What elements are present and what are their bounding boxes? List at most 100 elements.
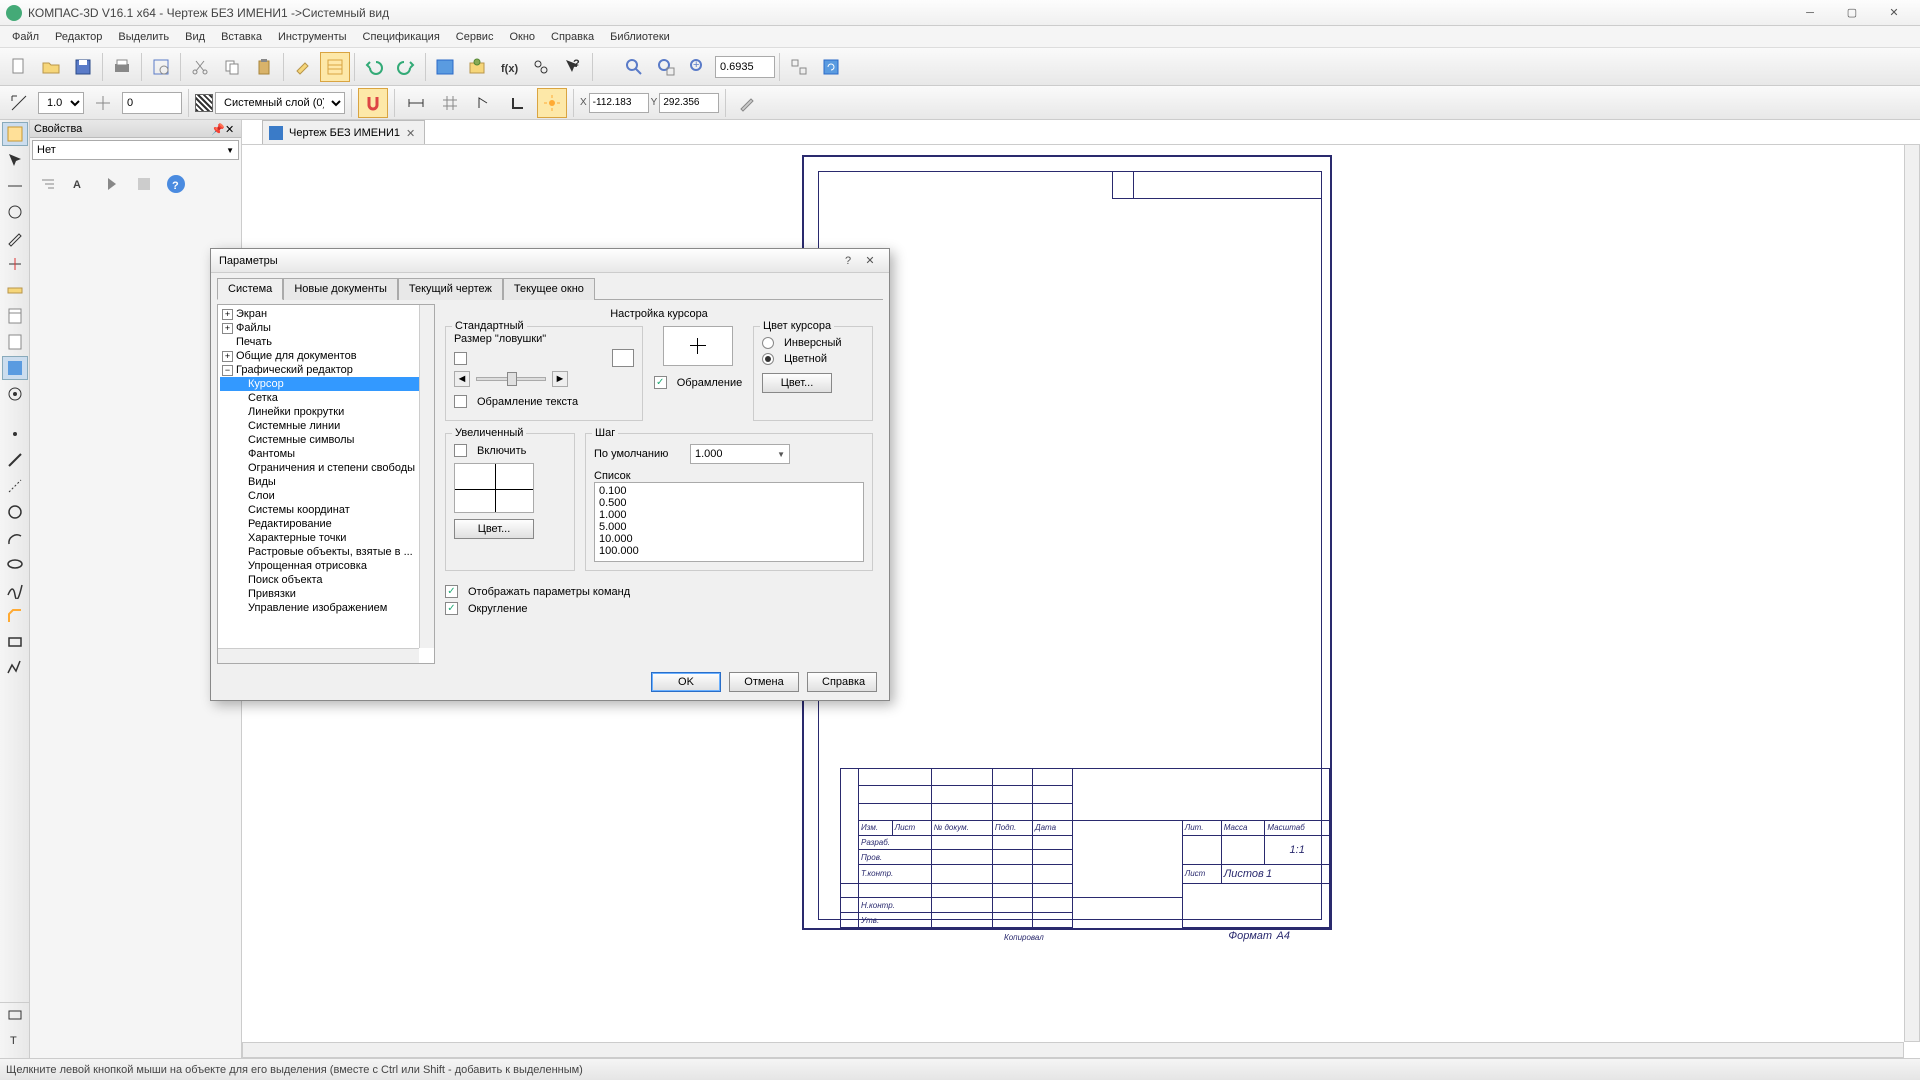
menu-service[interactable]: Сервис bbox=[448, 28, 502, 46]
tree-editing[interactable]: Редактирование bbox=[220, 517, 432, 531]
step-default-combo[interactable]: 1.000▼ bbox=[690, 444, 790, 464]
tree-print[interactable]: Печать bbox=[220, 335, 432, 349]
tab-current-window[interactable]: Текущее окно bbox=[503, 278, 595, 300]
tree-fast-draw[interactable]: Упрощенная отрисовка bbox=[220, 559, 432, 573]
libraries-button[interactable] bbox=[462, 52, 492, 82]
menu-view[interactable]: Вид bbox=[177, 28, 213, 46]
filter-button[interactable] bbox=[130, 170, 158, 198]
menu-insert[interactable]: Вставка bbox=[213, 28, 270, 46]
tree-system-symbols[interactable]: Системные символы bbox=[220, 433, 432, 447]
tree-snaps[interactable]: Привязки bbox=[220, 587, 432, 601]
tree-system-lines[interactable]: Системные линии bbox=[220, 419, 432, 433]
pin-icon[interactable]: 📌 bbox=[211, 123, 223, 135]
tree-constraints[interactable]: Ограничения и степени свободы bbox=[220, 461, 432, 475]
paste-button[interactable] bbox=[249, 52, 279, 82]
insert-tool-icon[interactable] bbox=[2, 356, 28, 380]
text-frame-check[interactable] bbox=[454, 395, 467, 408]
tree-h-scrollbar[interactable] bbox=[218, 648, 419, 663]
radio-inverse[interactable] bbox=[762, 337, 774, 349]
dialog-close-icon[interactable]: ✕ bbox=[859, 252, 881, 270]
aux-line-tool-icon[interactable] bbox=[2, 474, 28, 498]
snap-settings-button[interactable] bbox=[537, 88, 567, 118]
rebuild-button[interactable] bbox=[784, 52, 814, 82]
tree-cs[interactable]: Системы координат bbox=[220, 503, 432, 517]
dialog-help-icon[interactable]: ? bbox=[837, 252, 859, 270]
trap-size-inc[interactable]: ► bbox=[552, 371, 568, 387]
tree-find[interactable]: Поиск объекта bbox=[220, 573, 432, 587]
enlarged-enable-check[interactable] bbox=[454, 444, 467, 457]
menu-file[interactable]: Файл bbox=[4, 28, 47, 46]
zoom-fit-button[interactable] bbox=[651, 52, 681, 82]
dim-tool-button[interactable] bbox=[401, 88, 431, 118]
preview-button[interactable] bbox=[146, 52, 176, 82]
text-tool-icon[interactable]: T bbox=[2, 1027, 28, 1051]
doc-manager-button[interactable] bbox=[430, 52, 460, 82]
tab-current-drawing[interactable]: Текущий чертеж bbox=[398, 278, 503, 300]
geometry-tool-icon[interactable] bbox=[2, 122, 28, 146]
redo-button[interactable] bbox=[391, 52, 421, 82]
measure-tool-icon[interactable] bbox=[2, 278, 28, 302]
scale-icon[interactable] bbox=[4, 88, 34, 118]
categorize-button[interactable]: A bbox=[66, 170, 94, 198]
minimize-button[interactable]: ─ bbox=[1790, 3, 1830, 23]
views-tool-icon[interactable] bbox=[2, 382, 28, 406]
tree-cursor[interactable]: Курсор bbox=[220, 377, 432, 391]
trap-size-dec[interactable]: ◄ bbox=[454, 371, 470, 387]
help-button[interactable]: Справка bbox=[807, 672, 877, 692]
menu-window[interactable]: Окно bbox=[501, 28, 543, 46]
enlarged-color-button[interactable]: Цвет... bbox=[454, 519, 534, 539]
menu-spec[interactable]: Спецификация bbox=[355, 28, 448, 46]
trap-check[interactable] bbox=[454, 352, 467, 365]
tree-grid[interactable]: Сетка bbox=[220, 391, 432, 405]
scale-combo[interactable]: 1.0 bbox=[38, 92, 84, 114]
rounding-check[interactable] bbox=[445, 602, 458, 615]
chamfer-tool-icon[interactable] bbox=[2, 604, 28, 628]
step-listbox[interactable]: 0.100 0.500 1.000 5.000 10.000 100.000 bbox=[594, 482, 864, 562]
menu-select[interactable]: Выделить bbox=[110, 28, 177, 46]
sketch-button[interactable] bbox=[732, 88, 762, 118]
object-select-combo[interactable]: Нет▼ bbox=[32, 140, 239, 160]
settings-tree[interactable]: +Экран +Файлы Печать +Общие для документ… bbox=[217, 304, 435, 664]
save-button[interactable] bbox=[68, 52, 98, 82]
step-icon[interactable] bbox=[88, 88, 118, 118]
menu-tools[interactable]: Инструменты bbox=[270, 28, 355, 46]
hatch-tool-icon[interactable] bbox=[2, 1003, 28, 1027]
canvas-v-scrollbar[interactable] bbox=[1904, 144, 1920, 1042]
copy-button[interactable] bbox=[217, 52, 247, 82]
tree-phantoms[interactable]: Фантомы bbox=[220, 447, 432, 461]
cut-button[interactable] bbox=[185, 52, 215, 82]
tree-rasters[interactable]: Растровые объекты, взятые в ... bbox=[220, 545, 432, 559]
sort-button[interactable] bbox=[34, 170, 62, 198]
tree-graphic-editor[interactable]: −Графический редактор bbox=[220, 363, 432, 377]
tree-common[interactable]: +Общие для документов bbox=[220, 349, 432, 363]
cursor-color-button[interactable]: Цвет... bbox=[762, 373, 832, 393]
tree-screen[interactable]: +Экран bbox=[220, 307, 432, 321]
point-tool-icon[interactable] bbox=[2, 422, 28, 446]
menu-edit[interactable]: Редактор bbox=[47, 28, 110, 46]
snap-toggle-button[interactable] bbox=[358, 88, 388, 118]
tab-system[interactable]: Система bbox=[217, 278, 283, 300]
grid-toggle-button[interactable] bbox=[435, 88, 465, 118]
panel-help-button[interactable]: ? bbox=[162, 170, 190, 198]
context-help-button[interactable]: ? bbox=[558, 52, 588, 82]
spec-tool-icon[interactable] bbox=[2, 304, 28, 328]
menu-libs[interactable]: Библиотеки bbox=[602, 28, 678, 46]
circle-tool-icon[interactable] bbox=[2, 500, 28, 524]
maximize-button[interactable]: ▢ bbox=[1832, 3, 1872, 23]
panel-close-icon[interactable]: ✕ bbox=[225, 123, 237, 135]
reports-tool-icon[interactable] bbox=[2, 330, 28, 354]
tree-scrollbars[interactable]: Линейки прокрутки bbox=[220, 405, 432, 419]
frame-check[interactable] bbox=[654, 376, 667, 389]
arc-tool-icon[interactable] bbox=[2, 526, 28, 550]
tree-img-mgmt[interactable]: Управление изображением bbox=[220, 601, 432, 615]
symbols-tool-icon[interactable] bbox=[2, 200, 28, 224]
zoom-in-button[interactable]: + bbox=[683, 52, 713, 82]
print-button[interactable] bbox=[107, 52, 137, 82]
zoom-value-input[interactable] bbox=[715, 56, 775, 78]
polyline-tool-icon[interactable] bbox=[2, 656, 28, 680]
expand-button[interactable] bbox=[98, 170, 126, 198]
menu-help[interactable]: Справка bbox=[543, 28, 602, 46]
ellipse-tool-icon[interactable] bbox=[2, 552, 28, 576]
new-button[interactable] bbox=[4, 52, 34, 82]
parametrize-tool-icon[interactable] bbox=[2, 252, 28, 276]
